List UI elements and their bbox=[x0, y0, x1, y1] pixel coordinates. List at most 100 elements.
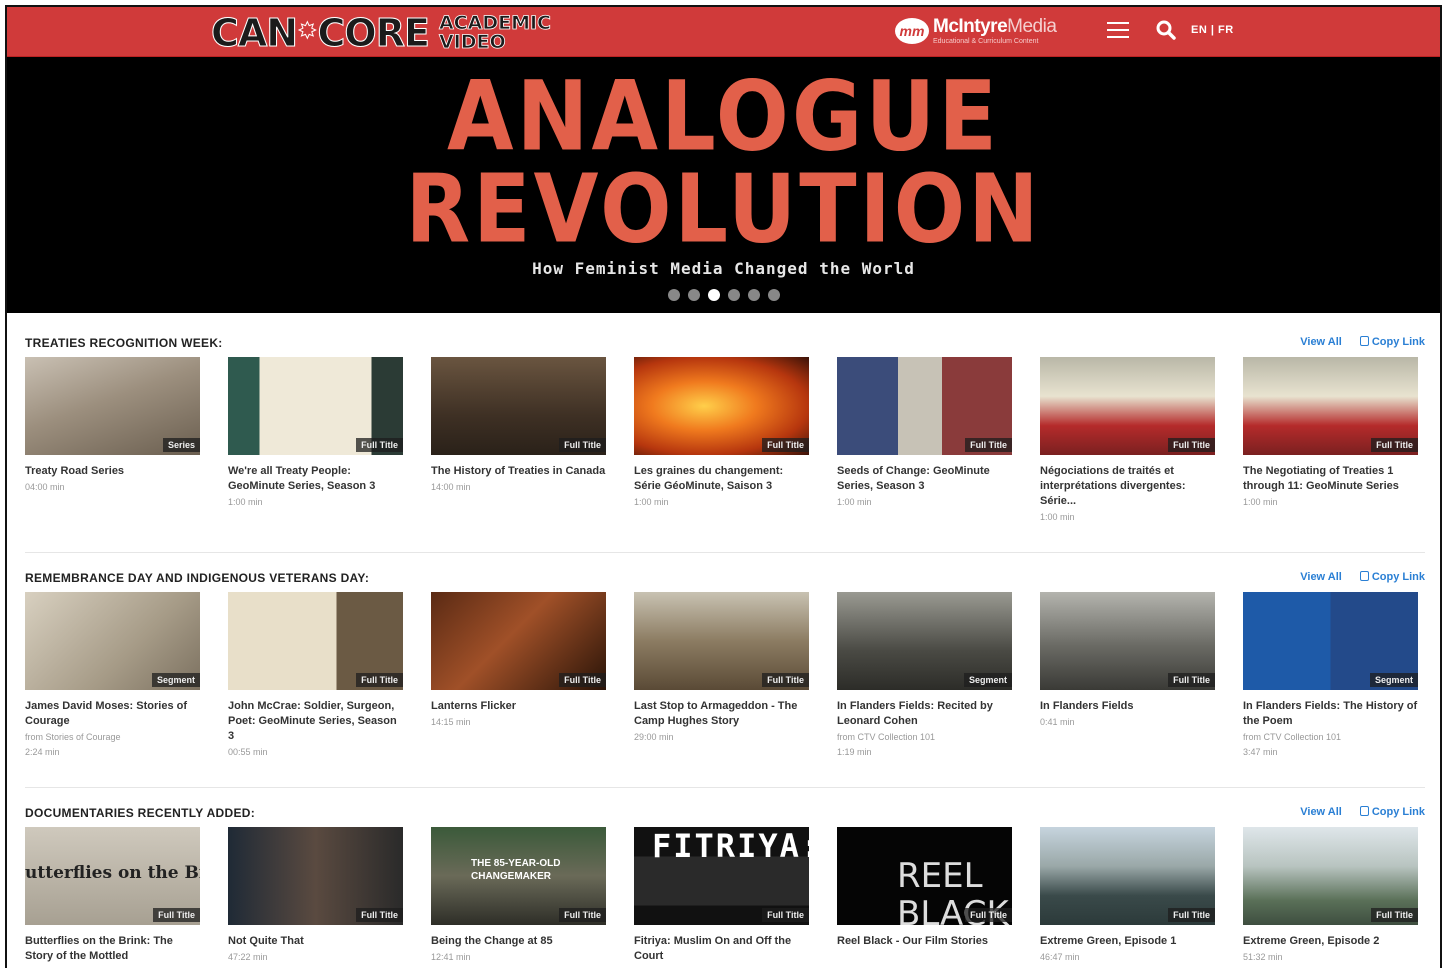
video-title[interactable]: In Flanders Fields: The History of the P… bbox=[1243, 699, 1418, 729]
video-thumbnail[interactable]: Full Title bbox=[1040, 592, 1215, 690]
video-title[interactable]: Les graines du changement: Série GéoMinu… bbox=[634, 464, 809, 494]
carousel-dot-3[interactable] bbox=[707, 289, 720, 301]
carousel-dot-1[interactable] bbox=[667, 289, 680, 301]
video-title[interactable]: In Flanders Fields: Recited by Leonard C… bbox=[837, 699, 1012, 729]
video-card[interactable]: Full Title Not Quite That 47:22 min bbox=[228, 827, 403, 964]
video-card[interactable]: Full Title Last Stop to Armageddon - The … bbox=[634, 592, 809, 759]
video-thumbnail[interactable]: Full Title bbox=[228, 357, 403, 455]
video-card[interactable]: Full Title The Negotiating of Treaties 1 … bbox=[1243, 357, 1418, 524]
video-title[interactable]: Last Stop to Armageddon - The Camp Hughe… bbox=[634, 699, 809, 729]
language-switcher[interactable]: EN | FR bbox=[1191, 24, 1234, 36]
video-thumbnail[interactable]: Segment bbox=[837, 592, 1012, 690]
content-type-badge: Full Title bbox=[559, 908, 606, 922]
video-title[interactable]: Fitriya: Muslim On and Off the Court bbox=[634, 934, 809, 964]
video-thumbnail[interactable]: utterflies on the Brin Full Title bbox=[25, 827, 200, 925]
copy-link-button[interactable]: Copy Link bbox=[1359, 806, 1425, 818]
video-title[interactable]: John McCrae: Soldier, Surgeon, Poet: Geo… bbox=[228, 699, 403, 744]
search-icon[interactable] bbox=[1155, 19, 1177, 41]
video-thumbnail[interactable]: THE 85-YEAR-OLD CHANGEMAKER Full Title bbox=[431, 827, 606, 925]
video-meta: 1:19 min bbox=[837, 747, 872, 757]
view-all-link[interactable]: View All bbox=[1300, 336, 1342, 348]
video-thumbnail[interactable]: Series bbox=[25, 357, 200, 455]
video-thumbnail[interactable]: Full Title bbox=[1243, 357, 1418, 455]
view-all-link[interactable]: View All bbox=[1300, 806, 1342, 818]
carousel-dot-4[interactable] bbox=[727, 289, 740, 301]
video-thumbnail[interactable]: Segment bbox=[25, 592, 200, 690]
hero-carousel[interactable]: ANALOGUE REVOLUTION How Feminist Media C… bbox=[7, 57, 1440, 313]
video-thumbnail[interactable]: Full Title bbox=[1040, 357, 1215, 455]
video-thumbnail[interactable]: FITRIYA: Full Title bbox=[634, 827, 809, 925]
video-thumbnail[interactable]: Full Title bbox=[431, 592, 606, 690]
copy-link-button[interactable]: Copy Link bbox=[1359, 336, 1425, 348]
menu-hamburger-icon[interactable] bbox=[1107, 22, 1129, 40]
video-thumbnail[interactable]: Full Title bbox=[634, 357, 809, 455]
video-card[interactable]: Full Title Négociations de traités et int… bbox=[1040, 357, 1215, 524]
video-title[interactable]: In Flanders Fields bbox=[1040, 699, 1215, 714]
video-title[interactable]: The Negotiating of Treaties 1 through 11… bbox=[1243, 464, 1418, 494]
video-thumbnail[interactable]: Full Title bbox=[837, 357, 1012, 455]
video-title[interactable]: Being the Change at 85 bbox=[431, 934, 606, 949]
video-card[interactable]: REEL BLACK Full Title Reel Black - Our Fil… bbox=[837, 827, 1012, 964]
video-thumbnail[interactable]: REEL BLACK Full Title bbox=[837, 827, 1012, 925]
carousel-dot-5[interactable] bbox=[747, 289, 760, 301]
logo-sub-video: VIDEO bbox=[438, 31, 506, 53]
video-card[interactable]: Full Title Extreme Green, Episode 2 51:32 … bbox=[1243, 827, 1418, 964]
video-card[interactable]: Full Title Lanterns Flicker 14:15 min bbox=[431, 592, 606, 759]
video-card[interactable]: FITRIYA: Full Title Fitriya: Muslim On and… bbox=[634, 827, 809, 964]
video-card[interactable]: Segment James David Moses: Stories of Cou… bbox=[25, 592, 200, 759]
video-card[interactable]: Full Title In Flanders Fields 0:41 min bbox=[1040, 592, 1215, 759]
video-meta: 29:00 min bbox=[634, 732, 674, 742]
video-card[interactable]: Full Title The History of Treaties in Can… bbox=[431, 357, 606, 524]
video-card[interactable]: Full Title Les graines du changement: Sér… bbox=[634, 357, 809, 524]
section-header: DOCUMENTARIES RECENTLY ADDED: View All Cop… bbox=[25, 802, 1425, 824]
section-title: REMEMBRANCE DAY AND INDIGENOUS VETERANS … bbox=[25, 571, 370, 585]
carousel-dot-6[interactable] bbox=[767, 289, 780, 301]
video-card[interactable]: Full Title We're all Treaty People: GeoMi… bbox=[228, 357, 403, 524]
video-meta: 14:15 min bbox=[431, 717, 471, 727]
content-section: TREATIES RECOGNITION WEEK: View All Copy L… bbox=[25, 332, 1425, 532]
video-thumbnail[interactable]: Segment bbox=[1243, 592, 1418, 690]
video-card[interactable]: utterflies on the Brin Full Title Butterfl… bbox=[25, 827, 200, 964]
section-title: TREATIES RECOGNITION WEEK: bbox=[25, 336, 223, 350]
video-meta: 0:41 min bbox=[1040, 717, 1075, 727]
copy-link-label: Copy Link bbox=[1371, 336, 1425, 348]
video-title[interactable]: Not Quite That bbox=[228, 934, 403, 949]
video-title[interactable]: Butterflies on the Brink: The Story of t… bbox=[25, 934, 200, 964]
video-title[interactable]: Reel Black - Our Film Stories bbox=[837, 934, 1012, 949]
video-meta: 1:00 min bbox=[228, 497, 263, 507]
video-title[interactable]: Extreme Green, Episode 1 bbox=[1040, 934, 1215, 949]
content-type-badge: Full Title bbox=[153, 908, 200, 922]
video-title[interactable]: We're all Treaty People: GeoMinute Serie… bbox=[228, 464, 403, 494]
video-card[interactable]: Full Title Seeds of Change: GeoMinute Ser… bbox=[837, 357, 1012, 524]
copy-link-button[interactable]: Copy Link bbox=[1359, 571, 1425, 583]
content-type-badge: Full Title bbox=[559, 673, 606, 687]
video-thumbnail[interactable]: Full Title bbox=[431, 357, 606, 455]
video-card[interactable]: Series Treaty Road Series 04:00 min bbox=[25, 357, 200, 524]
video-title[interactable]: Seeds of Change: GeoMinute Series, Seaso… bbox=[837, 464, 1012, 494]
video-thumbnail[interactable]: Full Title bbox=[634, 592, 809, 690]
video-thumbnail[interactable]: Full Title bbox=[228, 827, 403, 925]
video-thumbnail[interactable]: Full Title bbox=[1243, 827, 1418, 925]
video-title[interactable]: The History of Treaties in Canada bbox=[431, 464, 606, 479]
video-title[interactable]: Négociations de traités et interprétatio… bbox=[1040, 464, 1215, 509]
video-title[interactable]: Lanterns Flicker bbox=[431, 699, 606, 714]
video-title[interactable]: James David Moses: Stories of Courage bbox=[25, 699, 200, 729]
video-card[interactable]: Full Title John McCrae: Soldier, Surgeon,… bbox=[228, 592, 403, 759]
video-meta: 47:22 min bbox=[228, 952, 268, 962]
video-card[interactable]: Segment In Flanders Fields: The History o… bbox=[1243, 592, 1418, 759]
cancore-logo[interactable]: CAN ✸ CORE ACADEMIC VIDEO bbox=[210, 11, 551, 56]
video-card[interactable]: Segment In Flanders Fields: Recited by Le… bbox=[837, 592, 1012, 759]
video-title[interactable]: Treaty Road Series bbox=[25, 464, 200, 479]
video-card[interactable]: THE 85-YEAR-OLD CHANGEMAKER Full Title Bei… bbox=[431, 827, 606, 964]
carousel-dot-2[interactable] bbox=[687, 289, 700, 301]
mcintyre-badge-icon: mm bbox=[895, 18, 929, 44]
view-all-link[interactable]: View All bbox=[1300, 571, 1342, 583]
content-section: REMEMBRANCE DAY AND INDIGENOUS VETERANS … bbox=[25, 567, 1425, 767]
video-thumbnail[interactable]: Full Title bbox=[228, 592, 403, 690]
mcintyre-media-logo[interactable]: mm McIntyreMedia Educational & Curriculu… bbox=[895, 17, 1057, 45]
video-title[interactable]: Extreme Green, Episode 2 bbox=[1243, 934, 1418, 949]
video-thumbnail[interactable]: Full Title bbox=[1040, 827, 1215, 925]
content-type-badge: Segment bbox=[963, 673, 1012, 687]
video-meta: from CTV Collection 101 bbox=[1243, 732, 1342, 742]
video-card[interactable]: Full Title Extreme Green, Episode 1 46:47 … bbox=[1040, 827, 1215, 964]
